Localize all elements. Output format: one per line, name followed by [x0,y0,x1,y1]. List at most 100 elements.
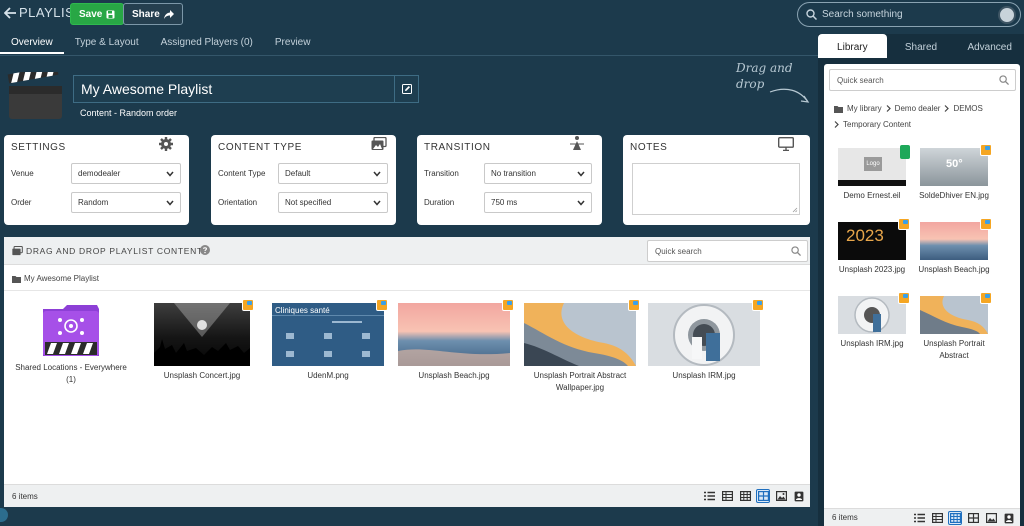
library-item[interactable]: Unsplash IRM.jpg [832,292,912,350]
playlist-item[interactable]: Unsplash Concert.jpg [142,299,262,382]
table-view-button[interactable] [930,511,944,525]
concert-image [154,303,250,366]
playlist-item[interactable]: Unsplash Portrait Abstract Wallpaper.jpg [520,299,640,394]
large-grid-view-button[interactable] [756,489,770,503]
pencil-icon [401,84,412,94]
image-icon [985,513,997,523]
image-view-button[interactable] [984,511,998,525]
library-panel: Library Shared Advanced Quick search My … [818,34,1024,526]
mri-image [673,304,735,366]
media-thumbnail [838,292,910,334]
crumb-temporary-content[interactable]: Temporary Content [843,120,911,129]
tab-advanced[interactable]: Advanced [955,34,1024,58]
duration-label: Duration [424,198,455,207]
crumb-demos[interactable]: DEMOS [953,104,982,113]
library-search-input[interactable]: Quick search [829,69,1016,91]
crumb-demo-dealer[interactable]: Demo dealer [895,104,941,113]
image-type-badge-icon [980,144,992,156]
notes-textarea[interactable] [632,163,800,215]
chevron-down-icon [166,171,174,177]
view-switcher [702,489,806,503]
playlist-item[interactable]: Unsplash Beach.jpg [394,299,514,382]
image-type-badge-icon [376,299,388,311]
dnd-search-input[interactable]: Quick search [647,240,808,262]
transition-label: Transition [424,169,459,178]
user-avatar-icon[interactable] [998,5,1016,24]
large-grid-view-button[interactable] [966,511,980,525]
arrow-left-icon [4,6,16,19]
help-icon[interactable] [200,245,210,255]
detail-view-button[interactable] [792,489,806,503]
list-view-button[interactable] [702,489,716,503]
playlist-item[interactable]: Shared Locations - Everywhere (1) [11,303,131,386]
list-view-button[interactable] [912,511,926,525]
playlist-subtitle: Content - Random order [80,108,178,118]
panel-title: DRAG AND DROP PLAYLIST CONTENT [26,246,203,256]
main-tabs: Overview Type & Layout Assigned Players … [0,34,321,54]
library-item[interactable]: Unsplash Portrait Abstract [914,292,994,362]
share-icon [163,9,174,19]
orientation-select[interactable]: Not specified [278,192,388,213]
beach-image [398,349,510,366]
library-item-count: 6 items [832,513,858,522]
chevron-down-icon [373,171,381,177]
sidebar-toggle-handle[interactable] [0,508,8,522]
small-grid-view-button[interactable] [738,489,752,503]
resize-handle-icon[interactable] [792,207,798,213]
edit-name-button[interactable] [394,75,419,103]
contact-card-icon [794,491,804,501]
divider [4,290,810,291]
clapperboard-icon [7,72,62,119]
image-icon [775,491,787,501]
save-button[interactable]: Save [70,3,125,25]
tab-assigned-players[interactable]: Assigned Players (0) [150,34,264,54]
gear-icon [159,137,173,151]
gallery-icon [12,246,23,256]
transition-select[interactable]: No transition [484,163,592,184]
abstract-image [920,296,988,334]
tab-preview[interactable]: Preview [264,34,322,54]
panel-footer: 6 items [4,484,810,507]
share-button[interactable]: Share [123,3,183,25]
media-thumbnail [524,299,640,366]
contact-card-icon [1004,513,1014,523]
global-search-input[interactable]: Search something [797,2,1021,27]
playlist-name-field[interactable]: My Awesome Playlist [73,75,395,103]
folder-icon [834,105,843,113]
media-thumbnail [920,292,992,334]
tab-shared[interactable]: Shared [887,34,956,58]
divider [0,55,818,56]
search-icon [999,75,1009,85]
settings-card: SETTINGS Venue demodealer Order Random [4,135,189,225]
monitor-icon [778,137,794,151]
media-thumbnail: 2023 [838,218,910,260]
abstract-image [524,303,636,366]
search-icon [791,246,801,256]
order-select[interactable]: Random [71,192,181,213]
image-type-badge-icon [752,299,764,311]
content-type-label: Content Type [218,169,266,178]
chevron-down-icon [577,171,585,177]
media-thumbnail [398,299,514,366]
chevron-right-icon [945,105,950,112]
table-view-button[interactable] [720,489,734,503]
detail-view-button[interactable] [1002,511,1016,525]
chevron-right-icon [834,121,839,128]
image-type-badge-icon [898,292,910,304]
tab-type-layout[interactable]: Type & Layout [64,34,150,54]
content-type-select[interactable]: Default [278,163,388,184]
duration-select[interactable]: 750 ms [484,192,592,213]
library-item[interactable]: Logo Demo Ernest.eil [832,145,912,202]
small-grid-view-button[interactable] [948,511,962,525]
playlist-item[interactable]: Cliniques santé UdenM.png [268,299,388,382]
venue-select[interactable]: demodealer [71,163,181,184]
green-badge [900,145,910,159]
library-item[interactable]: 50° SoldeDhiver EN.jpg [914,144,994,202]
crumb-my-library[interactable]: My library [847,104,882,113]
playlist-item[interactable]: Unsplash IRM.jpg [644,299,764,382]
library-item[interactable]: Unsplash Beach.jpg [914,218,994,276]
library-item[interactable]: 2023 Unsplash 2023.jpg [832,218,912,276]
tab-overview[interactable]: Overview [0,34,64,54]
image-view-button[interactable] [774,489,788,503]
tab-library[interactable]: Library [818,34,887,58]
